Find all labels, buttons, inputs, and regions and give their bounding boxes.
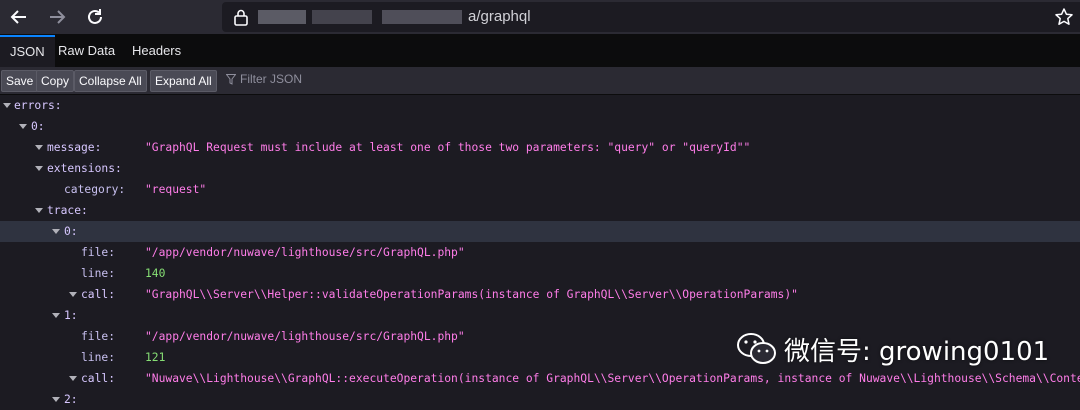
json-key: message: (47, 141, 102, 154)
json-key: file: (81, 246, 116, 259)
json-key: call: (81, 288, 116, 301)
expand-toggle-icon[interactable] (35, 166, 43, 171)
filter-placeholder: Filter JSON (240, 72, 303, 86)
tree-row[interactable]: file: "/app/vendor/nuwave/lighthouse/src… (0, 242, 1080, 263)
json-string-value: "request" (145, 183, 207, 196)
json-string-value: "GraphQL Request must include at least o… (145, 141, 751, 154)
expand-toggle-icon[interactable] (52, 229, 60, 234)
json-key: extensions: (47, 162, 122, 175)
json-toolbar: Save Copy Collapse All Expand All Filter… (0, 67, 1080, 95)
redacted-url (382, 10, 462, 24)
redacted-url (258, 10, 306, 24)
tree-row[interactable]: trace: (0, 200, 1080, 221)
watermark-text: 微信号: growing0101 (784, 337, 1050, 367)
json-string-value: "Nuwave\\Lighthouse\\GraphQL::executeOpe… (145, 372, 1080, 385)
expand-toggle-icon[interactable] (19, 124, 27, 129)
json-key: 1: (64, 309, 78, 322)
wechat-logo-icon (736, 332, 778, 373)
collapse-all-button[interactable]: Collapse All (74, 70, 147, 92)
tree-row-highlighted[interactable]: 0: (0, 221, 1080, 242)
redacted-url (312, 10, 372, 24)
url-path: a/graphql (468, 8, 531, 25)
tree-row[interactable]: message: "GraphQL Request must include a… (0, 137, 1080, 158)
json-key: category: (64, 183, 126, 196)
tree-row[interactable]: 0: (0, 116, 1080, 137)
expand-toggle-icon[interactable] (3, 103, 11, 108)
arrow-right-icon[interactable] (44, 4, 70, 30)
json-key: line: (81, 267, 116, 280)
expand-toggle-icon[interactable] (69, 376, 77, 381)
reload-icon[interactable] (82, 4, 108, 30)
filter-icon (225, 74, 237, 85)
star-icon[interactable] (1054, 7, 1074, 32)
expand-toggle-icon[interactable] (52, 313, 60, 318)
expand-toggle-icon[interactable] (69, 292, 77, 297)
expand-all-button[interactable]: Expand All (150, 70, 217, 92)
json-key: call: (81, 372, 116, 385)
json-number-value: 140 (145, 267, 166, 280)
tab-headers[interactable]: Headers (122, 35, 191, 67)
json-key: file: (81, 330, 116, 343)
tree-row[interactable]: call: "GraphQL\\Server\\Helper::validate… (0, 284, 1080, 305)
json-key: 0: (31, 120, 45, 133)
json-number-value: 121 (145, 351, 166, 364)
save-button[interactable]: Save (1, 70, 39, 92)
tree-row[interactable]: line: 140 (0, 263, 1080, 284)
viewer-tabs: JSON Raw Data Headers (0, 35, 1080, 67)
lock-icon (234, 8, 248, 31)
expand-toggle-icon[interactable] (35, 145, 43, 150)
json-key: trace: (47, 204, 88, 217)
tree-row[interactable]: extensions: (0, 158, 1080, 179)
url-bar[interactable]: a/graphql (222, 2, 1080, 32)
json-key: errors: (14, 99, 62, 112)
browser-toolbar: a/graphql (0, 0, 1080, 35)
tree-row[interactable]: 1: (0, 305, 1080, 326)
tab-json[interactable]: JSON (0, 35, 55, 67)
json-string-value: "/app/vendor/nuwave/lighthouse/src/Graph… (145, 330, 465, 343)
copy-button[interactable]: Copy (36, 70, 75, 92)
json-key: line: (81, 351, 116, 364)
json-string-value: "GraphQL\\Server\\Helper::validateOperat… (145, 288, 798, 301)
tree-row[interactable]: call: "Nuwave\\Lighthouse\\GraphQL::exec… (0, 368, 1080, 389)
json-string-value: "/app/vendor/nuwave/lighthouse/src/Graph… (145, 246, 465, 259)
tab-raw-data[interactable]: Raw Data (48, 35, 125, 67)
filter-json-input[interactable]: Filter JSON (225, 72, 303, 86)
json-key: 0: (64, 225, 78, 238)
tree-row[interactable]: errors: (0, 95, 1080, 116)
expand-toggle-icon[interactable] (35, 208, 43, 213)
tree-row[interactable]: category: "request" (0, 179, 1080, 200)
arrow-left-icon[interactable] (6, 4, 32, 30)
